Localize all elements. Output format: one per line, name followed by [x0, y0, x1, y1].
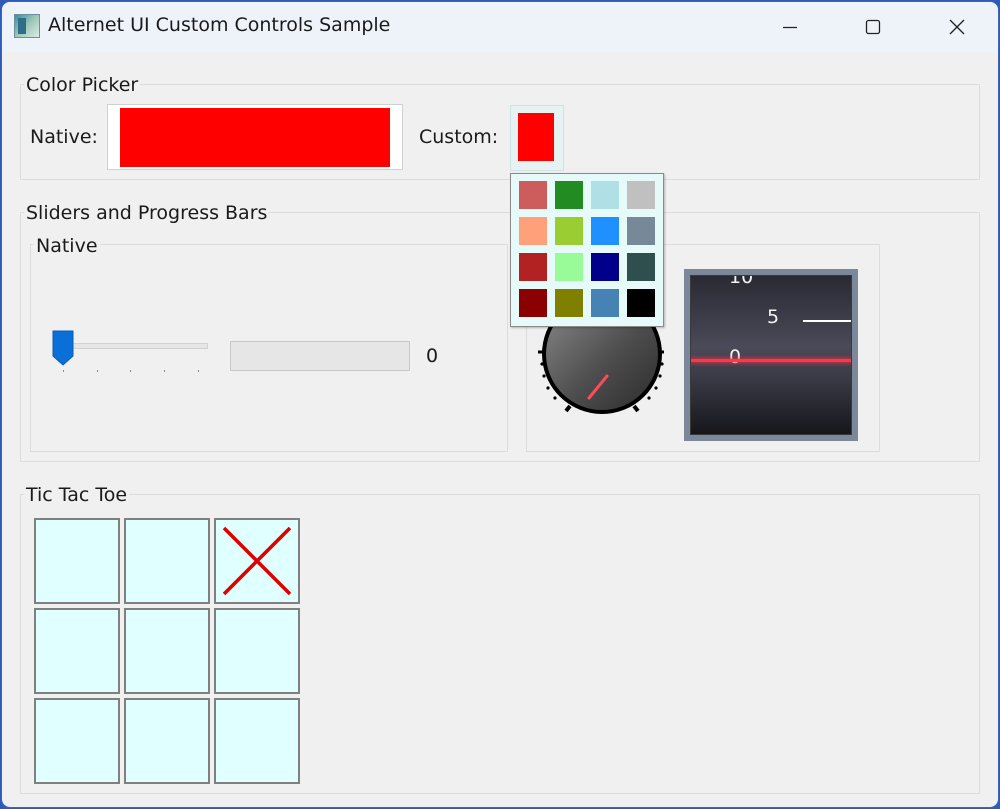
custom-gauge: 10 5 0 — [684, 269, 858, 441]
native-progress-bar — [230, 341, 410, 371]
ttt-cell-4[interactable] — [124, 608, 210, 694]
x-mark-icon — [222, 526, 292, 596]
native-color-picker[interactable] — [107, 104, 403, 170]
ttt-cell-5[interactable] — [214, 608, 300, 694]
slider-tick — [97, 370, 98, 372]
slider-value-text: 0 — [426, 345, 439, 367]
palette-color-14[interactable] — [591, 289, 619, 317]
app-window: Alternet UI Custom Controls Sample Color… — [2, 2, 998, 807]
ttt-cell-6[interactable] — [34, 698, 120, 784]
native-color-swatch — [120, 108, 390, 167]
palette-color-4[interactable] — [519, 217, 547, 245]
minimize-icon — [783, 26, 797, 29]
title-bar[interactable]: Alternet UI Custom Controls Sample — [2, 2, 998, 52]
gauge-label-5: 5 — [767, 306, 780, 328]
gauge-label-0: 0 — [729, 346, 742, 368]
palette-color-1[interactable] — [555, 181, 583, 209]
ttt-cell-3[interactable] — [34, 608, 120, 694]
slider-tick — [198, 370, 199, 372]
palette-color-7[interactable] — [627, 217, 655, 245]
sliders-group-label: Sliders and Progress Bars — [24, 202, 270, 224]
color-picker-group-label: Color Picker — [24, 74, 141, 96]
tic-tac-toe-group-label: Tic Tac Toe — [24, 484, 130, 506]
palette-color-11[interactable] — [627, 253, 655, 281]
custom-color-label: Custom: — [419, 126, 499, 148]
gauge-needle — [691, 359, 851, 362]
palette-color-12[interactable] — [519, 289, 547, 317]
close-icon — [949, 19, 965, 35]
app-icon — [14, 14, 40, 38]
custom-color-picker[interactable] — [510, 105, 564, 171]
palette-color-9[interactable] — [555, 253, 583, 281]
slider-tick — [63, 370, 64, 372]
palette-color-0[interactable] — [519, 181, 547, 209]
gauge-mark — [803, 320, 851, 322]
palette-color-5[interactable] — [555, 217, 583, 245]
ttt-cell-7[interactable] — [124, 698, 210, 784]
palette-color-15[interactable] — [627, 289, 655, 317]
native-group-label: Native — [34, 235, 100, 257]
ttt-cell-0[interactable] — [34, 518, 120, 604]
window-title: Alternet UI Custom Controls Sample — [48, 14, 391, 36]
slider-tick — [164, 370, 165, 372]
minimize-button[interactable] — [755, 2, 825, 52]
native-slider-track[interactable] — [62, 343, 208, 349]
gauge-face: 10 5 0 — [690, 275, 852, 435]
color-palette-popup[interactable] — [510, 173, 664, 327]
palette-color-13[interactable] — [555, 289, 583, 317]
maximize-button[interactable] — [838, 2, 908, 52]
gauge-label-10: 10 — [729, 275, 754, 288]
ttt-cell-8[interactable] — [214, 698, 300, 784]
slider-tick — [130, 370, 131, 372]
native-color-label: Native: — [30, 126, 98, 148]
ttt-cell-1[interactable] — [124, 518, 210, 604]
palette-color-6[interactable] — [591, 217, 619, 245]
maximize-icon — [865, 19, 881, 35]
close-button[interactable] — [922, 2, 992, 52]
palette-color-10[interactable] — [591, 253, 619, 281]
native-slider-thumb[interactable] — [52, 330, 74, 366]
palette-color-3[interactable] — [627, 181, 655, 209]
ttt-cell-2[interactable] — [214, 518, 300, 604]
palette-color-2[interactable] — [591, 181, 619, 209]
custom-color-swatch — [518, 113, 554, 161]
palette-color-8[interactable] — [519, 253, 547, 281]
